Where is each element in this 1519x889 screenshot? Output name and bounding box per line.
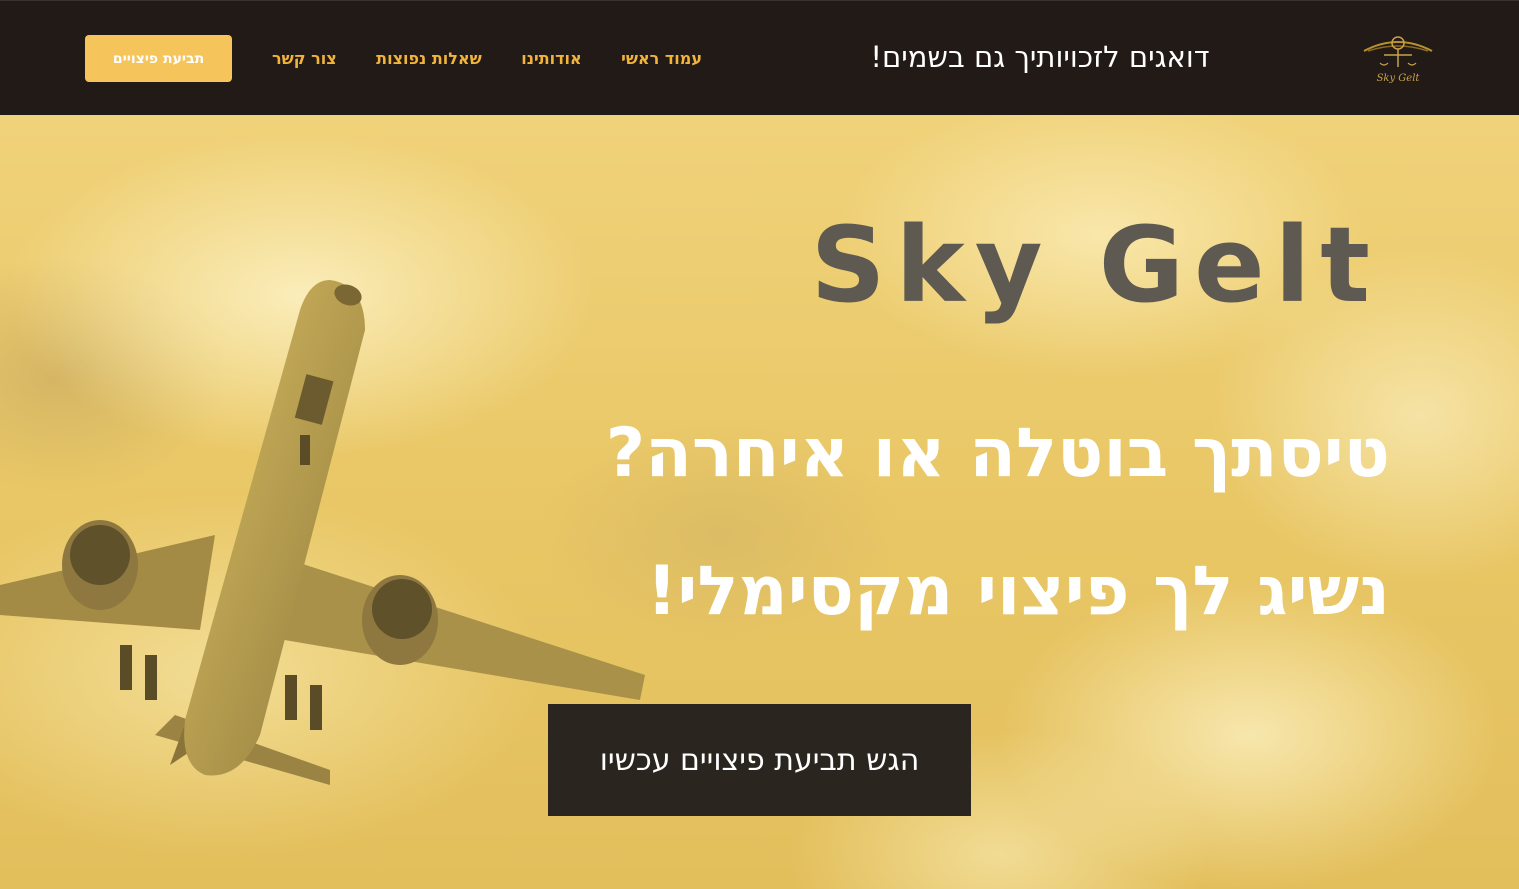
hero-headline: טיסתך בוטלה או איחרה? נשיג לך פיצוי מקסי… <box>380 385 1390 631</box>
site-header: Sky Gelt דואגים לזכויותיך גם בשמים! עמוד… <box>0 0 1519 115</box>
brand-title: Sky Gelt <box>810 204 1380 326</box>
nav-faq[interactable]: שאלות נפוצות <box>366 49 492 68</box>
header-claim-button[interactable]: תביעת פיצויים <box>85 35 232 82</box>
site-logo[interactable]: Sky Gelt <box>1358 31 1438 87</box>
nav-home[interactable]: עמוד ראשי <box>611 49 712 68</box>
hero-section: Sky Gelt טיסתך בוטלה או איחרה? נשיג לך פ… <box>0 115 1519 889</box>
nav-contact[interactable]: צור קשר <box>262 49 347 68</box>
site-tagline: דואגים לזכויותיך גם בשמים! <box>870 40 1210 74</box>
nav-about[interactable]: אודותינו <box>511 49 591 68</box>
submit-claim-button[interactable]: הגש תביעת פיצויים עכשיו <box>548 704 971 816</box>
hero-headline-line-2: נשיג לך פיצוי מקסימלי! <box>646 552 1390 631</box>
logo-wordmark: Sky Gelt <box>1377 73 1421 84</box>
scales-logo-icon: Sky Gelt <box>1363 36 1433 84</box>
hero-headline-line-1: טיסתך בוטלה או איחרה? <box>605 414 1390 493</box>
main-nav: עמוד ראשי אודותינו שאלות נפוצות צור קשר <box>262 41 712 75</box>
